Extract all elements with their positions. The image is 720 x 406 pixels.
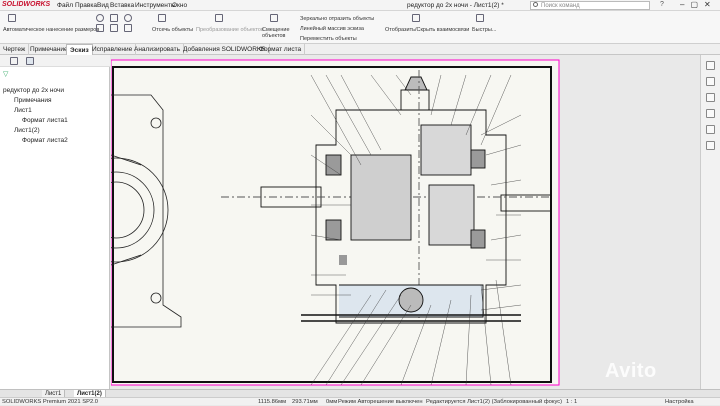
menu-view[interactable]: Вид (97, 2, 109, 9)
line-icon[interactable] (96, 14, 104, 22)
appearances-icon[interactable] (706, 125, 715, 134)
tree-item-sheet-format2[interactable]: Формат листа2 (22, 137, 68, 144)
tab-analyze[interactable]: Анализировать (131, 44, 185, 55)
custom-properties-icon[interactable] (706, 141, 715, 150)
mirror-button[interactable]: Зеркально отразить объекты (300, 16, 374, 22)
offset-entities-button[interactable]: Смещение объектов (262, 27, 290, 39)
resources-icon[interactable] (706, 61, 715, 70)
circle-icon[interactable] (124, 14, 132, 22)
filter-icon[interactable]: ▽ (3, 70, 8, 78)
tab-annotation[interactable]: Примечание (27, 44, 72, 55)
feature-tree-tab-icon[interactable] (10, 57, 18, 65)
relations-icon[interactable] (412, 14, 420, 22)
smart-dimension-icon[interactable] (8, 14, 16, 22)
window-controls[interactable]: –▢✕ (680, 0, 717, 9)
menu-window[interactable]: Окно (172, 2, 187, 9)
trim-button[interactable]: Отсечь объекты (152, 27, 193, 33)
watermark-logo: Avito (605, 360, 657, 382)
arc-icon[interactable] (96, 24, 104, 32)
move-button[interactable]: Переместить объекты (300, 36, 357, 42)
spline-icon[interactable] (110, 24, 118, 32)
sheet-tabs-bar: Лист1 Лист1(2) (0, 389, 720, 398)
feature-manager-panel: ▽ редуктор до 2х ночи Примечания Лист1 Ф… (0, 55, 110, 389)
drawing-sheet (111, 55, 700, 389)
design-library-icon[interactable] (706, 77, 715, 86)
property-tab-icon[interactable] (26, 57, 34, 65)
tab-sheet-format[interactable]: Формат листа (256, 44, 306, 55)
offset-icon[interactable] (270, 14, 278, 22)
tree-root[interactable]: редуктор до 2х ночи (3, 87, 64, 94)
linear-pattern-button[interactable]: Линейный массив эскиза (300, 26, 364, 32)
menu-edit[interactable]: Правка (75, 2, 97, 9)
auto-dimension-button[interactable]: Автоматическое нанесение размеров (3, 27, 99, 33)
tree-item-sheet-format1[interactable]: Формат листа1 (22, 117, 68, 124)
trim-icon[interactable] (158, 14, 166, 22)
command-tabs: Чертеж Примечание Эскиз Исправление Анал… (0, 44, 720, 55)
drawing-canvas[interactable]: Avito (111, 55, 700, 389)
search-icon (533, 2, 538, 7)
view-palette-icon[interactable] (706, 109, 715, 118)
tree-item-annotations[interactable]: Примечания (14, 97, 52, 104)
menu-insert[interactable]: Вставка (110, 2, 134, 9)
menu-file[interactable]: Файл (57, 2, 73, 9)
status-bar: SOLIDWORKS Premium 2021 SP2.0 1115.86мм … (0, 397, 720, 405)
tab-drawing[interactable]: Чертеж (0, 44, 30, 55)
command-manager-ribbon: Автоматическое нанесение размеров Отсечь… (0, 11, 720, 44)
help-icon[interactable]: ? (660, 1, 664, 8)
rectangle-icon[interactable] (110, 14, 118, 22)
tree-item-sheet1[interactable]: Лист1 (14, 107, 32, 114)
panel-tabs (0, 55, 110, 67)
file-explorer-icon[interactable] (706, 93, 715, 102)
search-input[interactable]: Поиск команд (530, 1, 650, 10)
document-title: редуктор до 2х ночи - Лист1(2) * (407, 2, 504, 9)
task-pane-strip (700, 55, 720, 389)
tab-evaluate[interactable]: Исправление (89, 44, 137, 55)
quick-snaps-icon[interactable] (476, 14, 484, 22)
menu-tools[interactable]: Инструменты (135, 2, 176, 9)
quick-snaps-button[interactable]: Быстры... (472, 27, 496, 33)
show-hide-relations-button[interactable]: Отобразить/Скрыть взаимосвязи (385, 27, 469, 33)
tree-item-sheet1-2[interactable]: Лист1(2) (14, 127, 40, 134)
polygon-icon[interactable] (124, 24, 132, 32)
solidworks-logo: SOLIDWORKS (2, 1, 51, 8)
cursor-marker (339, 255, 347, 265)
convert-icon[interactable] (215, 14, 223, 22)
convert-button[interactable]: Преобразование объектов (196, 27, 264, 33)
title-bar: SOLIDWORKS Файл Правка Вид Вставка Инстр… (0, 0, 720, 11)
